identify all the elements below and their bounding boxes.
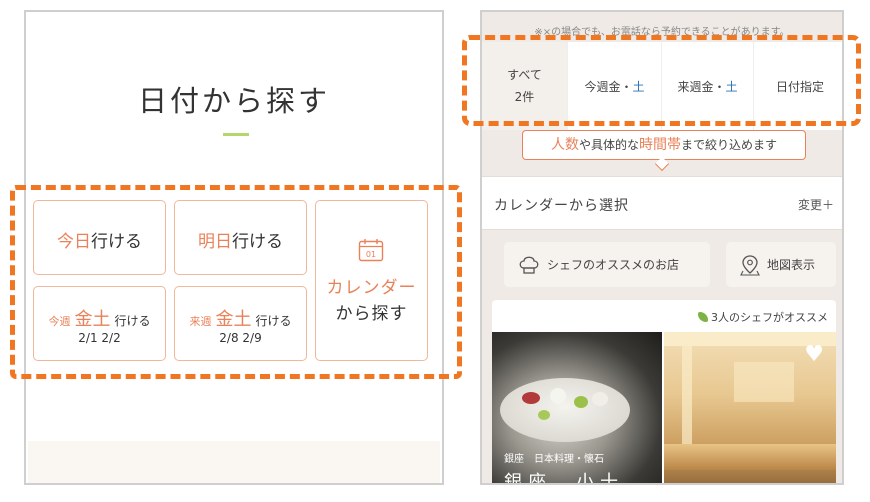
dish-green-shape [574, 396, 588, 408]
banner-highlight-people: 人数 [550, 137, 579, 153]
tab-next-week[interactable]: 来週金・土 [662, 42, 754, 130]
next-week-label: 来週 金土 行ける [175, 305, 306, 331]
screenshot-stage: 日付から探す 今日行ける 明日行ける 今週 金土 行ける 2/1 2/2 来週 金土行… [0, 0, 870, 502]
this-week-button[interactable]: 今週 金土 行ける 2/1 2/2 [33, 286, 166, 361]
search-results-panel: ※×の場合でも、お電話なら予約できることがあります。 すべて 2件 今週金・土 … [480, 10, 844, 485]
title-underline [223, 133, 249, 136]
phone-reservation-note: ※×の場合でも、お電話なら予約できることがあります。 [534, 27, 790, 38]
today-rest-text: 行ける [91, 232, 142, 252]
banner-text-2: まで絞り込めます [681, 138, 778, 152]
calendar-icon: 01 [358, 239, 384, 262]
this-week-suffix: 行ける [114, 314, 151, 328]
chef-hat-icon [519, 256, 539, 274]
chef-recommend-count: 3人のシェフがオススメ [698, 309, 828, 325]
card-meta: 銀座 日本料理・懐石 [504, 450, 604, 465]
tab-next-week-accent: 土 [725, 79, 738, 94]
calendar-search-button[interactable]: 01 カレンダー から探す [315, 200, 428, 361]
dish-green-shape-2 [538, 410, 550, 420]
card-genre: 日本料理・懐石 [534, 454, 604, 465]
chef-recommend-label: シェフのオススメのお店 [547, 258, 680, 272]
calendar-select-row[interactable]: カレンダーから選択 変更＋ [482, 176, 842, 230]
calendar-button-line2: から探す [335, 304, 408, 324]
tab-specify-date-label: 日付指定 [775, 79, 824, 94]
date-filter-tabs: すべて 2件 今週金・土 来週金・土 日付指定 [482, 42, 842, 130]
tab-specify-date[interactable]: 日付指定 [754, 42, 842, 130]
card-area: 銀座 [504, 454, 524, 465]
counter-shape [664, 444, 836, 470]
this-week-dates: 2/1 2/2 [78, 331, 121, 345]
tomorrow-label: 明日行ける [175, 227, 306, 252]
this-week-main: 金土 [74, 309, 111, 330]
next-week-prefix: 来週 [189, 315, 212, 328]
dish-white-shape [550, 388, 566, 404]
tab-all-label: すべて [507, 68, 542, 82]
change-button[interactable]: 変更＋ [798, 196, 834, 213]
this-week-prefix: 今週 [48, 315, 71, 328]
page-title: 日付から探す [137, 84, 330, 118]
panel-footer [28, 441, 440, 483]
interior-photo: ♥ [664, 332, 836, 483]
banner-text-1: や具体的な [578, 138, 639, 152]
wall-light [734, 362, 794, 402]
filter-hint-banner: 人数や具体的な時間帯まで絞り込めます [522, 130, 806, 160]
heart-icon[interactable]: ♥ [804, 342, 824, 367]
tab-next-week-prefix: 来週金・ [677, 79, 726, 94]
chef-recommend-count-text: 3人のシェフがオススメ [711, 311, 828, 324]
next-week-main: 金土 [215, 309, 252, 330]
tab-this-week-prefix: 今週金・ [584, 79, 633, 94]
banner-highlight-time: 時間帯 [639, 137, 681, 153]
tab-all-count: 2件 [514, 90, 535, 104]
tab-this-week-accent: 土 [632, 79, 645, 94]
tab-next-week-label: 来週金・土 [677, 78, 737, 95]
tomorrow-accent-text: 明日 [198, 232, 232, 252]
plate-shape [500, 378, 630, 442]
calendar-button-line1: カレンダー [326, 278, 417, 298]
tab-this-week-label: 今週金・土 [584, 78, 644, 95]
restaurant-card[interactable]: 3人のシェフがオススメ ♥ 銀座 日本料理・懐石 銀座 小十 [492, 300, 836, 485]
map-view-label: 地図表示 [767, 258, 816, 272]
today-button[interactable]: 今日行ける [33, 200, 166, 275]
tab-all[interactable]: すべて 2件 [482, 42, 568, 130]
today-label: 今日行ける [34, 227, 165, 252]
tab-this-week[interactable]: 今週金・土 [568, 42, 662, 130]
next-week-suffix: 行ける [255, 314, 292, 328]
tomorrow-button[interactable]: 明日行ける [174, 200, 307, 275]
chef-recommend-button[interactable]: シェフのオススメのお店 [504, 242, 710, 287]
today-accent-text: 今日 [57, 232, 91, 252]
this-week-label: 今週 金土 行ける [34, 305, 165, 331]
map-view-button[interactable]: 地図表示 [726, 242, 836, 287]
wall-panel [682, 346, 692, 456]
dish-tuna-shape [522, 392, 540, 404]
dish-white-shape-2 [592, 392, 608, 406]
next-week-dates: 2/8 2/9 [219, 331, 262, 345]
calendar-icon-text: 01 [366, 250, 376, 259]
calendar-select-label: カレンダーから選択 [494, 198, 629, 214]
restaurant-name: 銀座 小十 [504, 472, 624, 485]
tomorrow-rest-text: 行ける [232, 232, 283, 252]
next-week-button[interactable]: 来週 金土 行ける 2/8 2/9 [174, 286, 307, 361]
leaf-icon [698, 312, 708, 322]
map-pin-icon [740, 254, 760, 276]
